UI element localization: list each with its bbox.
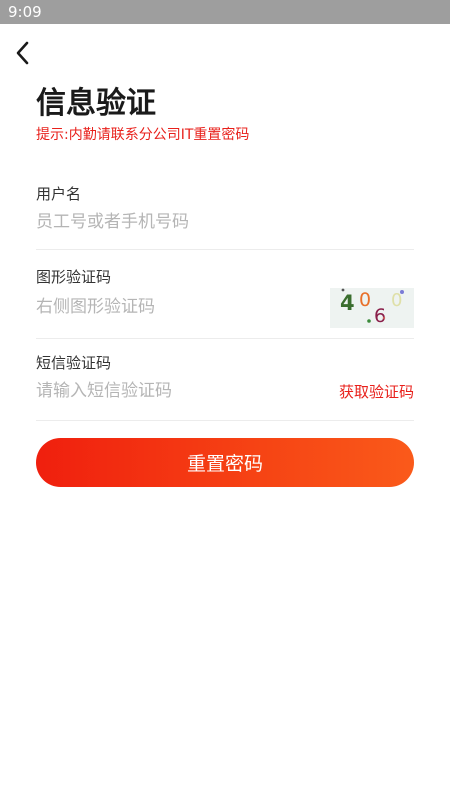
status-time: 9:09 [8, 3, 42, 21]
divider [36, 420, 414, 421]
back-button[interactable] [8, 36, 38, 70]
hint-text: 提示:内勤请联系分公司IT重置密码 [36, 127, 250, 143]
username-field: 用户名 [36, 184, 414, 250]
username-label: 用户名 [36, 185, 82, 203]
chevron-left-icon [16, 41, 29, 65]
svg-text:6: 6 [374, 305, 386, 327]
captcha-image[interactable]: 4 0 6 0 [330, 288, 414, 328]
page-title: 信息验证 [36, 86, 156, 121]
svg-text:0: 0 [359, 289, 371, 311]
status-bar: 9:09 [0, 0, 450, 24]
divider [36, 338, 414, 339]
sms-code-label: 短信验证码 [36, 354, 112, 372]
svg-text:4: 4 [340, 291, 355, 315]
captcha-input[interactable] [36, 293, 316, 321]
sms-code-field: 短信验证码 获取验证码 [36, 353, 414, 421]
divider [36, 249, 414, 250]
username-input[interactable] [36, 208, 316, 236]
captcha-field: 图形验证码 4 0 6 0 [36, 267, 414, 339]
reset-password-button[interactable]: 重置密码 [36, 438, 414, 487]
get-code-button[interactable]: 获取验证码 [339, 382, 414, 402]
sms-code-input[interactable] [36, 377, 316, 405]
captcha-label: 图形验证码 [36, 268, 112, 286]
captcha-graphic: 4 0 6 0 [330, 288, 414, 328]
